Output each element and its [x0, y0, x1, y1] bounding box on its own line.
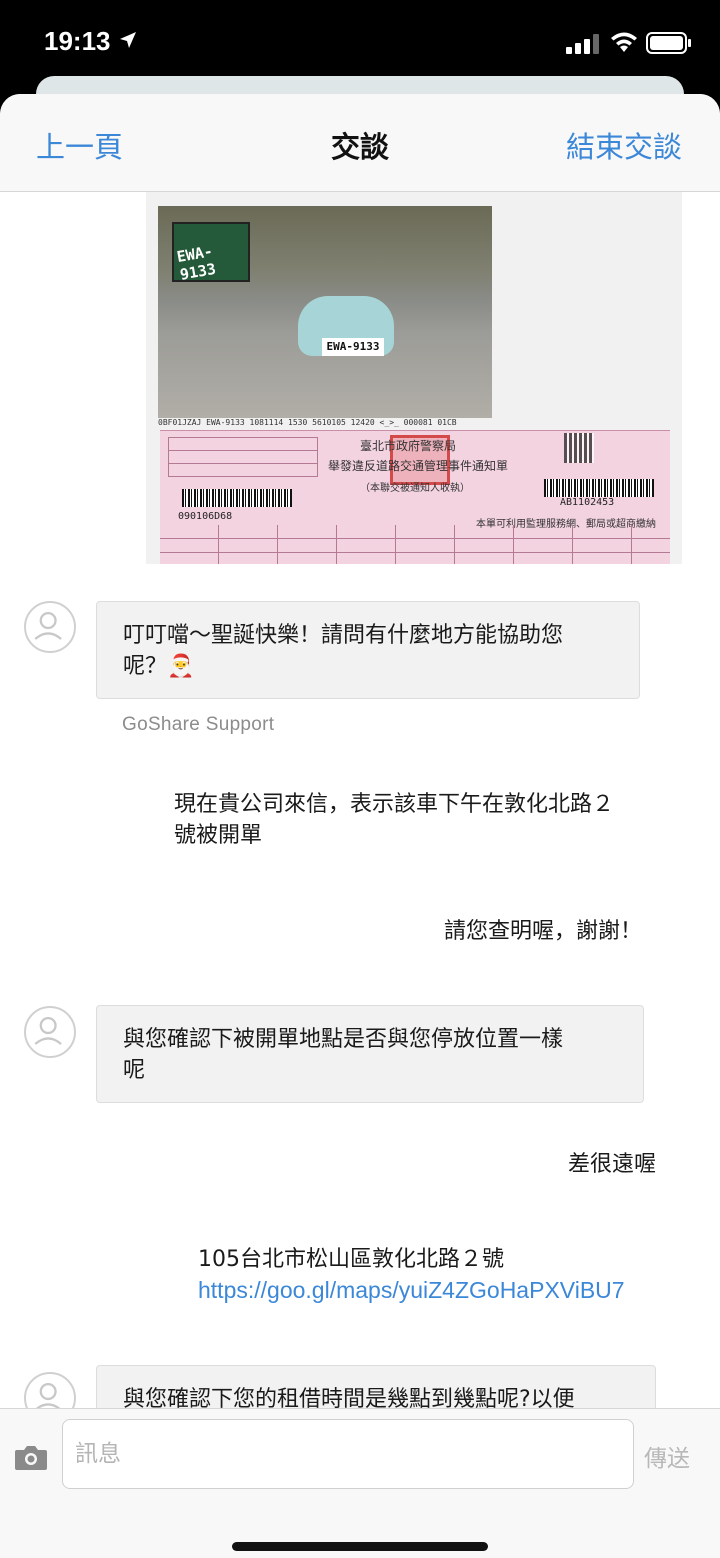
address-text: 105台北市松山區敦化北路２號 [198, 1247, 504, 1272]
user-icon [35, 1383, 61, 1408]
wifi-icon [611, 32, 637, 52]
sender-name: GoShare Support [122, 714, 275, 735]
barcode-right [544, 479, 654, 497]
message-text-line2: 呢 [123, 1058, 146, 1083]
end-chat-button[interactable]: 結束交談 [566, 124, 682, 166]
incoming-message-bubble: 與您確認下被開單地點是否與您停放位置一樣 呢 [96, 1005, 644, 1103]
ticket-image-attachment[interactable]: EWA-9133 EWA-9133 0BF01JZAJ EWA-9133 108… [146, 192, 682, 564]
home-indicator [232, 1542, 488, 1551]
notice-serial: 090106D68 [178, 511, 233, 522]
notice-table-grid [160, 525, 670, 564]
message-text-line1: 叮叮噹～聖誕快樂！請問有什麼地方能協助您 [123, 623, 564, 648]
notice-number: AB1102453 [560, 497, 615, 508]
ticket-notice-form: 臺北市政府警察局 舉發違反道路交通管理事件通知單 （本聯交被通知人收執） 090… [160, 430, 670, 564]
user-icon [34, 612, 62, 640]
incoming-message-bubble: 叮叮噹～聖誕快樂！請問有什麼地方能協助您 呢？🎅 [96, 601, 640, 699]
message-input[interactable] [62, 1419, 634, 1489]
message-text-line1: 與您確認下被開單地點是否與您停放位置一樣 [123, 1027, 564, 1052]
outgoing-message: 現在貴公司來信，表示該車下午在敦化北路２ 號被開單 [174, 789, 614, 851]
scooter-plate: EWA-9133 [322, 338, 384, 356]
incoming-message-bubble: 與您確認下您的租借時間是幾點到幾點呢?以便 [96, 1365, 656, 1408]
message-text-line1: 現在貴公司來信，表示該車下午在敦化北路２ [174, 792, 615, 817]
message-text-line1: 與您確認下您的租借時間是幾點到幾點呢?以便 [123, 1387, 575, 1408]
navigation-bar: 上一頁 交談 結束交談 [0, 94, 720, 192]
composer-bar: 傳送 [0, 1408, 720, 1558]
outgoing-message: 105台北市松山區敦化北路２號 https://goo.gl/maps/yuiZ… [198, 1244, 625, 1306]
message-text-line2: 號被開單 [174, 823, 263, 848]
notice-checkbox-table [168, 437, 318, 477]
photo-caption: 0BF01JZAJ EWA-9133 1081114 1530 5610105 … [158, 418, 457, 427]
message-list[interactable]: EWA-9133 EWA-9133 0BF01JZAJ EWA-9133 108… [0, 192, 720, 1408]
notice-title-line3: （本聯交被通知人收執） [360, 483, 470, 494]
scooter-photo: EWA-9133 EWA-9133 [158, 206, 492, 418]
outgoing-message: 差很遠喔 [568, 1152, 657, 1177]
cellular-signal-icon [566, 34, 599, 54]
qr-code [564, 433, 594, 463]
notice-title-line1: 臺北市政府警察局 [360, 439, 457, 453]
battery-icon [646, 32, 691, 54]
license-plate-closeup: EWA-9133 [172, 222, 250, 284]
chat-sheet: 上一頁 交談 結束交談 EWA-9133 EWA-9133 0BF01JZAJ … [0, 94, 720, 1558]
send-button[interactable]: 傳送 [644, 1439, 690, 1473]
status-time: 19:13 [44, 26, 111, 56]
location-arrow-icon [120, 32, 136, 48]
barcode-left [182, 489, 292, 507]
outgoing-message: 請您查明喔，謝謝！ [444, 919, 643, 944]
camera-icon[interactable] [14, 1443, 48, 1471]
plate-text: EWA-9133 [175, 242, 218, 284]
avatar [24, 601, 76, 653]
avatar [24, 1372, 76, 1408]
message-text-line2: 呢？🎅 [123, 654, 195, 679]
map-link[interactable]: https://goo.gl/maps/yuiZ4ZGoHaPXViBU7 [198, 1275, 625, 1306]
notice-title-line2: 舉發違反道路交通管理事件通知單 [328, 459, 509, 473]
user-icon [34, 1016, 62, 1045]
avatar [24, 1006, 76, 1058]
